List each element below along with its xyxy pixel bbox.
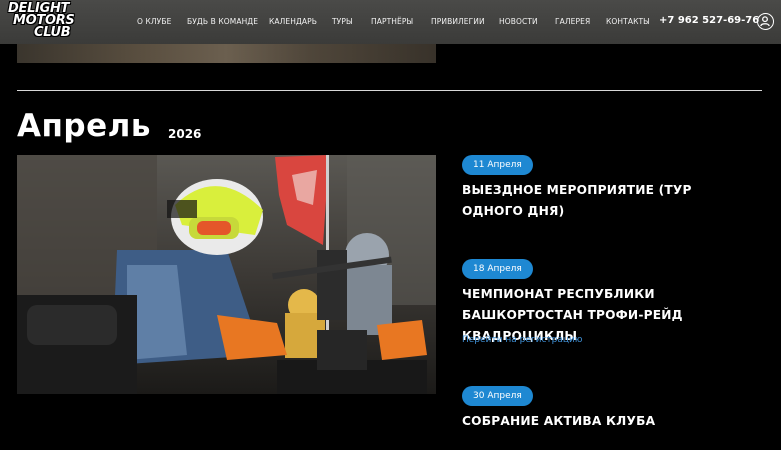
event-date-badge: 11 Апреля bbox=[462, 155, 533, 175]
event-photo bbox=[17, 155, 436, 394]
previous-event-photo bbox=[17, 44, 436, 63]
nav-calendar[interactable]: КАЛЕНДАРЬ bbox=[269, 17, 317, 26]
nav-partners[interactable]: ПАРТНЁРЫ bbox=[371, 17, 413, 26]
nav-news[interactable]: НОВОСТИ bbox=[499, 17, 538, 26]
rider-photo-illustration bbox=[17, 155, 436, 394]
registration-link[interactable]: Перейти на регистрацию bbox=[462, 335, 582, 345]
event-date-badge: 30 Апреля bbox=[462, 386, 533, 406]
year-label: 2026 bbox=[168, 127, 202, 141]
event-title[interactable]: ВЫЕЗДНОЕ МЕРОПРИЯТИЕ (ТУР ОДНОГО ДНЯ) bbox=[462, 180, 752, 222]
nav-about[interactable]: О КЛУБЕ bbox=[137, 17, 171, 26]
user-icon[interactable] bbox=[757, 13, 774, 30]
nav-join-team[interactable]: БУДЬ В КОМАНДЕ bbox=[187, 17, 258, 26]
event-title[interactable]: СОБРАНИЕ АКТИВА КЛУБА bbox=[462, 411, 752, 432]
section-divider bbox=[17, 90, 762, 91]
nav-gallery[interactable]: ГАЛЕРЕЯ bbox=[555, 17, 590, 26]
month-heading: Апрель bbox=[17, 108, 151, 144]
phone-link[interactable]: +7 962 527-69-76 bbox=[659, 15, 759, 26]
site-header: DELIGHT MOTORS CLUB О КЛУБЕ БУДЬ В КОМАН… bbox=[0, 0, 781, 44]
event-date-badge: 18 Апреля bbox=[462, 259, 533, 279]
nav-privileges[interactable]: ПРИВИЛЕГИИ bbox=[431, 17, 485, 26]
nav-tours[interactable]: ТУРЫ bbox=[332, 17, 353, 26]
user-glyph-icon bbox=[760, 16, 770, 27]
nav-contacts[interactable]: КОНТАКТЫ bbox=[606, 17, 650, 26]
